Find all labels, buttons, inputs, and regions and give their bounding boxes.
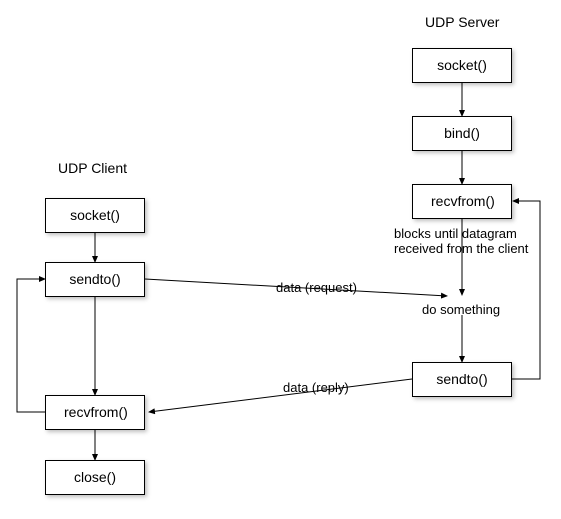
node-label: recvfrom() [45,395,145,430]
node-label: socket() [45,198,145,233]
node-label: recvfrom() [412,184,512,219]
node-label: bind() [412,116,512,151]
node-label: sendto() [45,262,145,297]
node-client-recvfrom: recvfrom() [45,395,145,430]
node-client-sendto: sendto() [45,262,145,297]
node-client-close: close() [45,460,145,495]
diagram-canvas: { "headings": { "client": "UDP Client", … [0,0,561,519]
node-label: sendto() [412,362,512,397]
client-heading: UDP Client [58,160,127,176]
node-label: close() [45,460,145,495]
node-server-recvfrom: recvfrom() [412,184,512,219]
label-dosomething: do something [422,302,500,317]
label-request: data (request) [276,280,357,295]
node-server-socket: socket() [412,48,512,83]
node-label: socket() [412,48,512,83]
node-server-bind: bind() [412,116,512,151]
node-client-socket: socket() [45,198,145,233]
server-heading: UDP Server [425,14,499,30]
node-server-sendto: sendto() [412,362,512,397]
label-blocks: blocks until datagram received from the … [394,226,554,256]
label-reply: data (reply) [283,380,349,395]
